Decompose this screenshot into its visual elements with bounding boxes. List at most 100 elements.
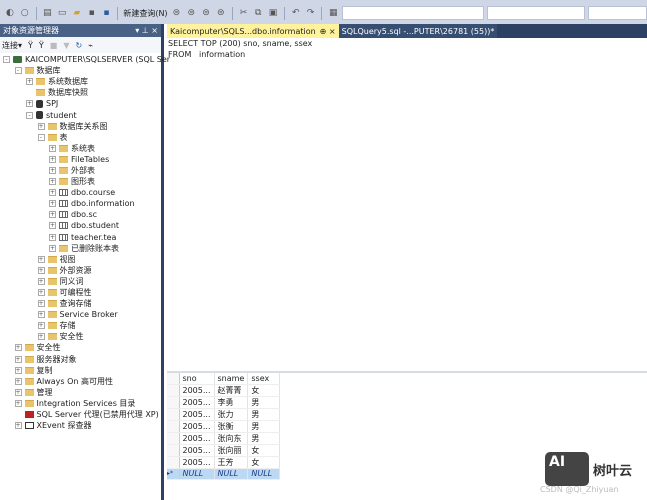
mdx-query-icon[interactable]: ⊜ — [185, 7, 197, 19]
disconnect-icon[interactable]: Ÿ — [39, 41, 44, 50]
refresh-icon[interactable]: ↻ — [76, 41, 83, 50]
cell[interactable]: 李勇 — [214, 396, 249, 409]
cell[interactable]: 张向丽 — [214, 444, 249, 457]
forward-icon[interactable]: ○ — [19, 7, 31, 19]
tab-information[interactable]: Kaicomputer\SQLS...dbo.information ⊕ × — [167, 24, 339, 38]
dmx-query-icon[interactable]: ⊜ — [200, 7, 212, 19]
cell[interactable]: 2005... — [179, 396, 215, 409]
tree-node[interactable]: SQL Server 代理(已禁用代理 XP) — [0, 409, 161, 420]
tree-node[interactable]: + 服务器对象 — [0, 354, 161, 365]
open-file-icon[interactable]: ▰ — [71, 7, 83, 19]
row-header[interactable] — [167, 396, 180, 409]
tree-node[interactable]: + 外部资源 — [0, 265, 161, 276]
paste-icon[interactable]: ▣ — [267, 7, 279, 19]
cell[interactable]: 男 — [247, 396, 281, 409]
tree-node[interactable]: + 外部表 — [0, 165, 161, 176]
table-row[interactable]: 2005... 张力男 — [167, 408, 281, 421]
tree-node[interactable]: + 系统数据库 — [0, 76, 161, 87]
collapse-icon[interactable]: - — [37, 133, 45, 141]
null-cell[interactable]: NULL — [247, 468, 281, 480]
cell[interactable]: 男 — [247, 420, 281, 433]
filter-icon[interactable]: ▼ — [63, 41, 69, 50]
cell[interactable]: 男 — [247, 408, 281, 421]
null-cell[interactable]: NULL — [214, 468, 249, 480]
tree-node[interactable]: + 视图 — [0, 254, 161, 265]
tree-node[interactable]: + XEvent 探查器 — [0, 420, 161, 431]
cell[interactable]: 2005... — [179, 408, 215, 421]
expand-icon[interactable]: + — [26, 100, 33, 108]
tree-node[interactable]: + Always On 高可用性 — [0, 376, 161, 387]
expand-icon[interactable]: + — [14, 399, 22, 407]
save-all-icon[interactable]: ▪ — [101, 7, 113, 19]
tree-node[interactable]: + 同义词 — [0, 276, 161, 287]
cell[interactable]: 张力 — [214, 408, 249, 421]
expand-icon[interactable]: + — [14, 377, 22, 385]
expand-icon[interactable]: + — [37, 333, 45, 341]
tree-node[interactable]: - KAICOMPUTER\SQLSERVER (SQL Ser — [0, 54, 170, 65]
cell[interactable]: 张衡 — [214, 420, 249, 433]
expand-icon[interactable]: + — [37, 300, 45, 308]
tree-node[interactable]: + 数据库关系图 — [0, 121, 161, 132]
tree-node[interactable]: + dbo.information — [0, 198, 161, 209]
cell[interactable]: 王芳 — [214, 456, 249, 469]
new-row[interactable]: ▸* NULL NULL NULL — [167, 468, 281, 480]
tree-node[interactable]: + SPJ — [0, 98, 161, 109]
save-icon[interactable]: ▪ — [86, 7, 98, 19]
cell[interactable]: 2005... — [179, 384, 215, 397]
tree-node[interactable]: + 查询存储 — [0, 298, 161, 309]
tree-node[interactable]: - 数据库 — [0, 65, 161, 76]
expand-icon[interactable]: + — [49, 233, 56, 241]
expand-icon[interactable]: + — [26, 78, 33, 86]
column-header-sname[interactable]: sname — [214, 373, 249, 385]
row-header[interactable] — [167, 456, 180, 469]
expand-icon[interactable]: + — [14, 388, 22, 396]
expand-icon[interactable]: + — [49, 222, 56, 230]
back-icon[interactable]: ◐ — [4, 7, 16, 19]
connect-button[interactable]: 连接▾ — [2, 40, 22, 51]
expand-icon[interactable]: + — [14, 355, 22, 363]
expand-icon[interactable]: + — [14, 366, 22, 374]
expand-icon[interactable]: + — [49, 166, 56, 174]
cell[interactable]: 女 — [247, 456, 281, 469]
redo-icon[interactable]: ↷ — [305, 7, 317, 19]
solution-config-dropdown[interactable] — [342, 6, 485, 20]
table-row[interactable]: 2005... 赵菁菁女 — [167, 384, 281, 397]
row-header[interactable] — [167, 384, 180, 397]
collapse-icon[interactable]: - — [14, 67, 22, 75]
tree-node[interactable]: + FileTables — [0, 154, 161, 165]
table-row[interactable]: 2005... 张向东男 — [167, 432, 281, 445]
expand-icon[interactable]: + — [37, 255, 45, 263]
undo-icon[interactable]: ↶ — [290, 7, 302, 19]
tree-node[interactable]: + 已删除账本表 — [0, 243, 161, 254]
column-header-sno[interactable]: sno — [179, 373, 215, 385]
stop-icon[interactable]: ■ — [50, 41, 58, 50]
tree-node[interactable]: + 存储 — [0, 320, 161, 331]
tree-node[interactable]: + 安全性 — [0, 342, 161, 353]
database-query-icon[interactable]: ⊜ — [171, 7, 183, 19]
cell[interactable]: 2005... — [179, 444, 215, 457]
expand-icon[interactable]: + — [49, 200, 56, 208]
row-header[interactable] — [167, 420, 180, 433]
expand-icon[interactable]: + — [14, 422, 22, 430]
expand-icon[interactable]: + — [37, 266, 45, 274]
expand-icon[interactable]: + — [37, 122, 45, 130]
row-header[interactable] — [167, 408, 180, 421]
tree-node[interactable]: + 系统表 — [0, 143, 161, 154]
cell[interactable]: 赵菁菁 — [214, 384, 249, 397]
panel-pin-close[interactable]: ▾ ⊥ × — [135, 26, 158, 35]
expand-icon[interactable]: + — [37, 322, 45, 330]
tree-node[interactable]: + 复制 — [0, 365, 161, 376]
row-header[interactable] — [167, 444, 180, 457]
collapse-icon[interactable]: - — [3, 56, 10, 64]
expand-icon[interactable]: + — [37, 289, 45, 297]
tree-node[interactable]: - student — [0, 109, 161, 120]
table-row[interactable]: 2005... 张衡男 — [167, 420, 281, 433]
expand-icon[interactable]: + — [49, 189, 56, 197]
expand-icon[interactable]: + — [14, 344, 22, 352]
table-row[interactable]: 2005... 李勇男 — [167, 396, 281, 409]
tree-node[interactable]: + Integration Services 目录 — [0, 398, 161, 409]
tab-sqlquery5[interactable]: SQLQuery5.sql -...PUTER\26781 (55))* — [338, 24, 498, 38]
new-project-icon[interactable]: ▤ — [42, 7, 54, 19]
expand-icon[interactable]: + — [49, 178, 56, 186]
activity-icon[interactable]: ⌁ — [88, 41, 93, 50]
